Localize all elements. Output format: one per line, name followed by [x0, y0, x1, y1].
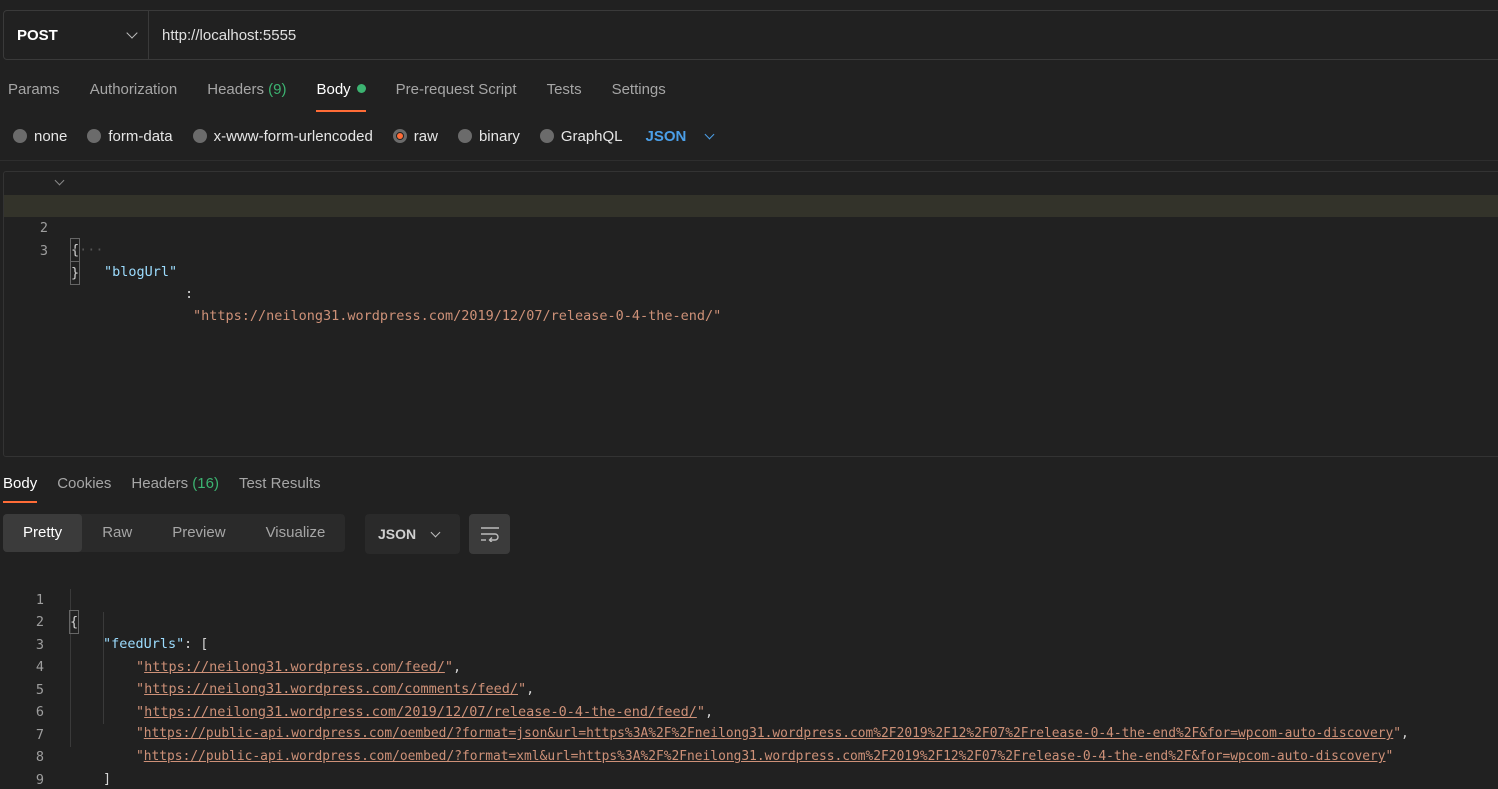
radio-raw[interactable]: raw [392, 127, 438, 145]
tab-response-headers[interactable]: Headers (16) [131, 473, 219, 503]
tab-label: Test Results [238, 475, 321, 492]
response-line: 4 "https://neilong31.wordpress.com/comme… [0, 634, 1495, 697]
editor-line: 3 } [4, 218, 1498, 285]
response-line: 8 ] [0, 724, 1495, 787]
wrap-lines-icon [480, 527, 499, 542]
request-body-editor[interactable]: 1 { 2 ···· "blogUrl" : "https://neilong3… [3, 171, 1498, 457]
chevron-down-icon [704, 129, 715, 139]
json-key: "blogUrl" [104, 264, 178, 280]
radio-label: binary [478, 127, 520, 145]
request-tabs: Params Authorization Headers (9) Body Pr… [8, 78, 666, 112]
view-preview-button[interactable]: Preview [152, 514, 245, 552]
radio-circle-icon [539, 129, 554, 143]
line-number: 9 [35, 772, 44, 788]
radio-label: GraphQL [560, 127, 623, 145]
response-language-select[interactable]: JSON [365, 514, 460, 554]
headers-count: (9) [268, 81, 287, 98]
radio-form-data[interactable]: form-data [87, 127, 173, 145]
view-mode-control: Pretty Raw Preview Visualize [3, 514, 346, 552]
tab-headers[interactable]: Headers (9) [207, 78, 286, 112]
body-type-radios: none form-data x-www-form-urlencoded raw… [13, 124, 715, 148]
tab-params[interactable]: Params [8, 78, 60, 112]
radio-binary[interactable]: binary [457, 127, 520, 145]
radio-circle-icon [87, 129, 102, 143]
response-tabs: Body Cookies Headers (16) Test Results [3, 473, 321, 503]
tab-label: Tests [546, 81, 582, 98]
tab-pre-request-script[interactable]: Pre-request Script [396, 78, 517, 112]
response-line: 7 "https://public-api.wordpress.com/oemb… [0, 702, 1495, 764]
tab-label: Settings [611, 81, 666, 98]
chevron-down-icon [126, 27, 138, 39]
radio-checked-icon [392, 129, 407, 143]
view-raw-button[interactable]: Raw [82, 514, 152, 552]
radio-label: none [34, 127, 68, 145]
json-brace: } [69, 261, 81, 285]
line-number: 3 [39, 243, 48, 259]
divider [0, 160, 1498, 161]
view-pretty-button[interactable]: Pretty [3, 514, 83, 552]
url-input[interactable]: http://localhost:5555 [149, 11, 296, 59]
indent-dots: ···· [71, 242, 104, 258]
tab-response-body[interactable]: Body [3, 473, 38, 503]
radio-circle-icon [13, 129, 27, 143]
tab-label: Headers [131, 475, 189, 492]
response-line: 3 "https://neilong31.wordpress.com/feed/… [0, 612, 1495, 675]
tab-label: Params [8, 81, 60, 98]
view-visualize-button[interactable]: Visualize [246, 514, 346, 552]
tab-cookies[interactable]: Cookies [57, 473, 111, 503]
modified-dot-icon [356, 84, 366, 93]
fold-chevron-icon[interactable] [54, 175, 65, 186]
json-colon: : [185, 286, 194, 302]
radio-label: raw [413, 127, 438, 145]
tab-label: Pre-request Script [395, 81, 517, 98]
tab-test-results[interactable]: Test Results [239, 473, 321, 503]
radio-none[interactable]: none [13, 128, 67, 145]
radio-urlencoded[interactable]: x-www-form-urlencoded [192, 127, 373, 145]
method-label: POST [17, 26, 58, 44]
url-bar: POST http://localhost:5555 [3, 10, 1498, 60]
radio-label: x-www-form-urlencoded [213, 127, 373, 145]
headers-count: (16) [192, 475, 219, 492]
tab-authorization[interactable]: Authorization [90, 78, 178, 112]
json-string-value: "https://neilong31.wordpress.com/2019/12… [193, 308, 722, 324]
tab-label: Authorization [89, 81, 178, 98]
tab-label: Body [316, 81, 351, 98]
radio-circle-icon [192, 129, 207, 143]
json-bracket: ] [103, 771, 112, 787]
language-label: JSON [645, 127, 687, 145]
language-label: JSON [378, 526, 417, 542]
radio-label: form-data [108, 127, 173, 145]
tab-settings[interactable]: Settings [612, 78, 666, 112]
editor-line: 1 { [4, 173, 1498, 262]
tab-label: Body [3, 475, 38, 492]
radio-graphql[interactable]: GraphQL [539, 127, 623, 145]
response-line: 1 { [0, 567, 1495, 634]
chevron-down-icon [430, 527, 441, 537]
tab-label: Cookies [57, 475, 112, 492]
radio-circle-icon [457, 129, 472, 143]
response-line: 5 "https://neilong31.wordpress.com/2019/… [0, 657, 1495, 720]
editor-line: 2 ···· "blogUrl" : "https://neilong31.wo… [4, 195, 1498, 324]
tab-body[interactable]: Body [316, 78, 366, 112]
body-language-select[interactable]: JSON [645, 127, 715, 145]
response-line: 9 } [0, 747, 1495, 788]
tab-tests[interactable]: Tests [547, 78, 582, 112]
response-line: 6 "https://public-api.wordpress.com/oemb… [0, 679, 1495, 741]
method-select[interactable]: POST [4, 11, 149, 59]
wrap-lines-button[interactable] [469, 514, 510, 554]
tab-label: Headers [207, 81, 264, 98]
response-line: 2 "feedUrls": [ [0, 589, 1495, 652]
